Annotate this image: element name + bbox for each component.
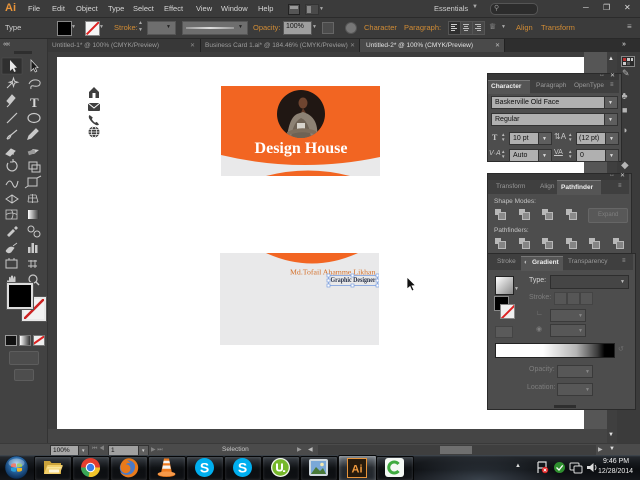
svg-text:Ai: Ai [352, 464, 363, 476]
svg-text:Design House: Design House [255, 140, 348, 157]
svg-text:T: T [30, 95, 39, 110]
svg-text:S: S [238, 460, 247, 476]
svg-text:Graphic Designer: Graphic Designer [331, 276, 377, 284]
svg-text:S: S [200, 460, 209, 476]
